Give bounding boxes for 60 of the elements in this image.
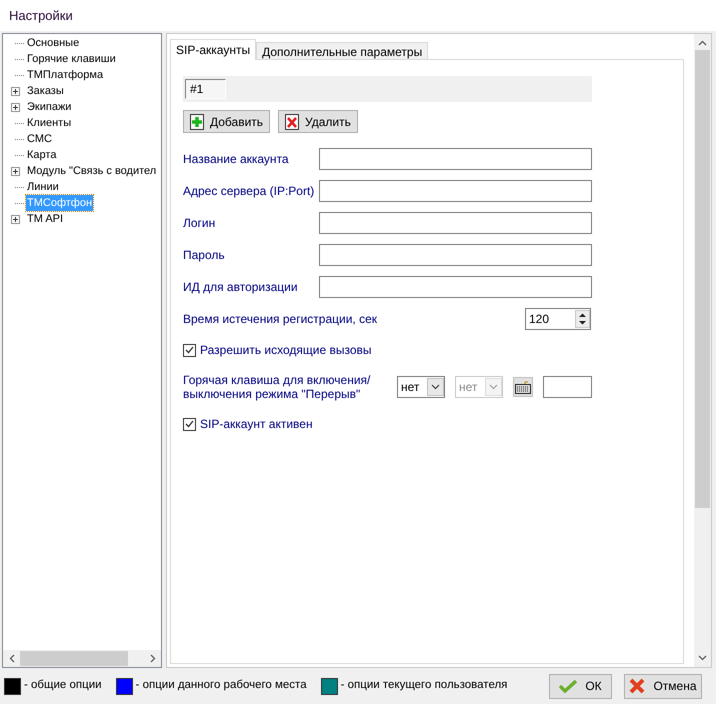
keyboard-button[interactable] xyxy=(513,377,533,397)
expand-icon[interactable] xyxy=(11,86,20,96)
check-icon xyxy=(185,346,194,354)
tree-item[interactable]: Карта xyxy=(26,146,58,164)
text-field[interactable] xyxy=(319,180,592,202)
text-field[interactable] xyxy=(319,276,592,298)
field-label: Название аккаунта xyxy=(183,152,289,166)
tree-item[interactable]: СМС xyxy=(26,130,53,148)
tree-item[interactable]: TM API xyxy=(26,210,64,228)
hotkey-field[interactable] xyxy=(543,376,592,398)
caret-icon xyxy=(431,384,440,390)
expand-icon[interactable] xyxy=(11,102,20,112)
field-label: Горячая клавиша для включения/ выключения режима "Перерыв" xyxy=(183,373,370,401)
add-button[interactable]: Добавить xyxy=(183,110,270,133)
tree-item[interactable]: Клиенты xyxy=(26,114,72,132)
field-label: Время истечения регистрации, сек xyxy=(183,312,378,326)
window-title: Настройки xyxy=(9,6,73,25)
account-tab[interactable]: #1 xyxy=(185,79,226,99)
caret-icon xyxy=(489,384,498,390)
tree-item[interactable]: ТМПлатформа xyxy=(26,66,104,84)
text-field[interactable] xyxy=(319,148,592,170)
dropdown[interactable]: нет xyxy=(397,376,445,398)
tree-item[interactable]: Модуль "Связь с водител xyxy=(26,162,158,180)
tree-item[interactable]: Линии xyxy=(26,178,60,196)
field-label: Разрешить исходящие вызовы xyxy=(200,342,372,359)
tab[interactable]: SIP-аккаунты xyxy=(170,39,256,60)
legend-label: - общие опции xyxy=(24,678,102,694)
field-label: SIP-аккаунт активен xyxy=(200,416,313,433)
number-spinner[interactable]: 120 xyxy=(525,308,591,330)
legend-label: - опции текущего пользователя xyxy=(340,678,508,694)
field-label: Адрес сервера (IP:Port) xyxy=(183,184,314,198)
tree-item[interactable]: Горячие клавиши xyxy=(26,50,117,68)
text-field[interactable] xyxy=(319,212,592,234)
tree-item[interactable]: Основные xyxy=(26,34,80,52)
spin-arrows-icon[interactable] xyxy=(575,310,590,328)
checkmark-icon xyxy=(559,679,578,693)
scroll-thumb[interactable] xyxy=(695,50,710,508)
document-cross-icon xyxy=(285,114,300,130)
scroll-thumb[interactable] xyxy=(20,651,128,666)
vertical-scrollbar[interactable] xyxy=(694,34,711,667)
checkbox[interactable] xyxy=(183,344,196,356)
delete-button[interactable]: Удалить xyxy=(278,110,358,133)
tree-item[interactable]: Заказы xyxy=(26,82,65,100)
text-field[interactable] xyxy=(319,244,592,266)
check-icon xyxy=(185,420,194,428)
field-label: ИД для авторизации xyxy=(183,280,298,294)
field-label: Пароль xyxy=(183,248,225,262)
horizontal-scrollbar[interactable] xyxy=(3,650,161,667)
field-label: Логин xyxy=(183,216,216,230)
cancel-button[interactable]: Отмена xyxy=(624,674,702,698)
document-plus-icon xyxy=(190,114,204,130)
ok-button[interactable]: ОК xyxy=(549,674,612,698)
cross-icon xyxy=(629,678,646,694)
checkbox[interactable] xyxy=(183,418,196,430)
tree-item[interactable]: Экипажи xyxy=(26,98,72,116)
legend-label: - опции данного рабочего места xyxy=(136,678,307,694)
keyboard-icon xyxy=(515,380,531,394)
expand-icon[interactable] xyxy=(11,214,20,224)
tab[interactable]: Дополнительные параметры xyxy=(256,42,428,60)
expand-icon[interactable] xyxy=(11,166,20,176)
